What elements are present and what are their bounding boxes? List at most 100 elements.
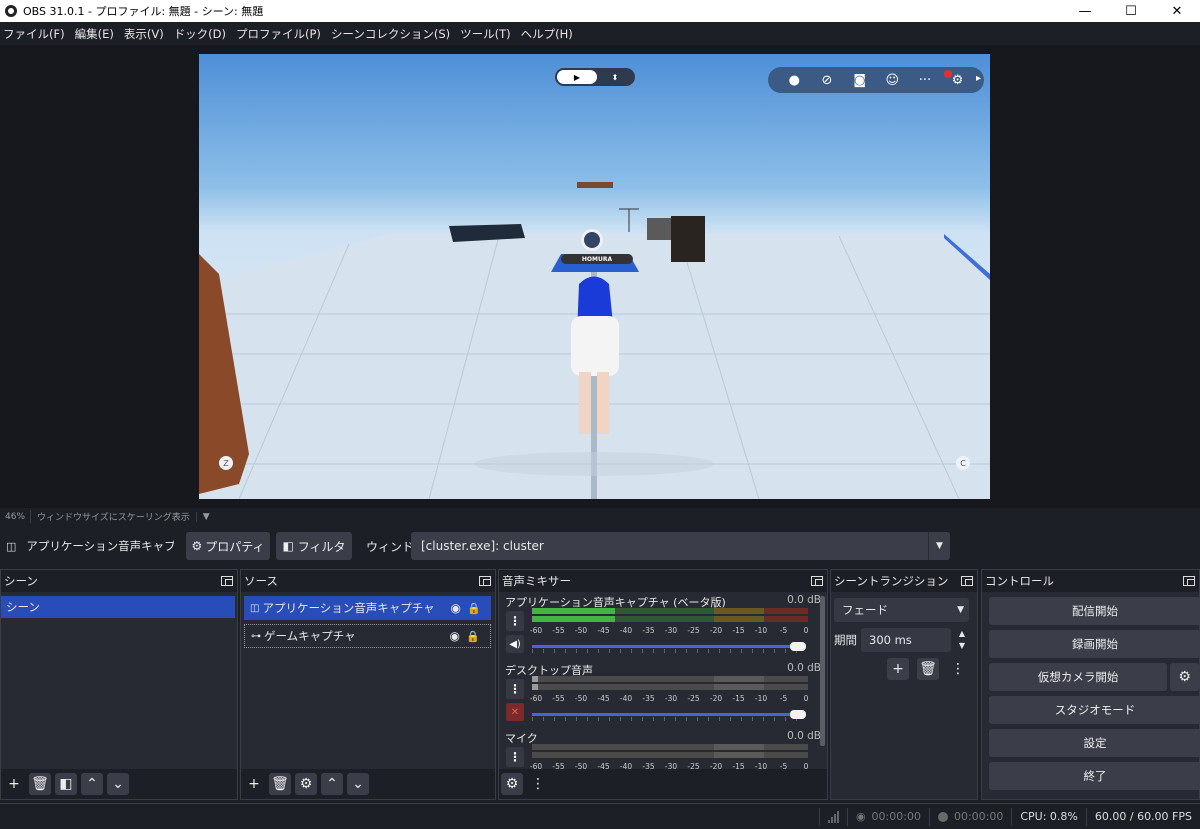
zoom-level: 46% — [5, 511, 26, 522]
scaling-dropdown-icon[interactable]: ▼ — [195, 511, 216, 522]
volume-slider[interactable] — [532, 642, 808, 653]
window-title: OBS 31.0.1 - プロファイル: 無題 - シーン: 無題 — [23, 5, 264, 18]
emote-icon[interactable]: ☺ — [883, 73, 901, 88]
meter-tick-label: 0 — [803, 626, 809, 635]
undock-icon[interactable] — [221, 576, 233, 586]
game-capture-preview[interactable]: ▶ ⬍ ● ⊘ ◙ ☺ ··· ⚙ ▸ HOMURA Z C — [199, 54, 990, 499]
remove-source-button[interactable]: 🗑 — [269, 773, 291, 795]
channel-menu-button[interactable]: ⋮ — [506, 611, 524, 631]
filter-icon: ◧ — [282, 539, 294, 553]
volume-meter — [532, 608, 808, 624]
virtual-camera-settings-icon[interactable]: ⚙ — [1170, 663, 1199, 691]
undock-icon[interactable] — [811, 576, 823, 586]
duration-label: 期間 — [834, 633, 857, 647]
move-source-up-button[interactable]: ⌃ — [321, 773, 343, 795]
duration-input[interactable]: 300 ms ▲ ▼ — [861, 628, 965, 652]
scene-filters-button[interactable]: ◧ — [55, 773, 77, 795]
expand-arrow-icon[interactable]: ▸ — [976, 73, 981, 84]
studio-mode-button[interactable]: スタジオモード — [989, 696, 1200, 724]
chat-icon[interactable]: ● — [785, 73, 803, 88]
add-source-button[interactable]: + — [243, 773, 265, 795]
camera-mode-icon[interactable]: ⬍ — [597, 70, 633, 84]
undock-icon[interactable] — [479, 576, 491, 586]
source-item[interactable]: ⊶ ゲームキャプチャ ◉ 🔒 — [244, 624, 491, 648]
remove-scene-button[interactable]: 🗑 — [29, 773, 51, 795]
menu-bar: ファイル(F) 編集(E) 表示(V) ドック(D) プロファイル(P) シーン… — [0, 22, 1200, 45]
menu-scene-collection[interactable]: シーンコレクション(S) — [328, 26, 454, 42]
start-streaming-button[interactable]: 配信開始 — [989, 597, 1200, 625]
move-scene-down-button[interactable]: ⌄ — [107, 773, 129, 795]
undock-icon[interactable] — [961, 576, 973, 586]
add-scene-button[interactable]: + — [3, 773, 25, 795]
filters-button[interactable]: ◧ フィルタ — [276, 532, 352, 560]
source-toolbar: ◫ アプリケーション音声キャプチャ (ベータ版) ⚙ プロパティ ◧ フィルタ … — [0, 529, 1200, 563]
transition-menu-button[interactable]: ⋮ — [947, 658, 969, 680]
menu-edit[interactable]: 編集(E) — [72, 26, 118, 42]
volume-meter — [532, 676, 808, 692]
move-source-down-button[interactable]: ⌄ — [347, 773, 369, 795]
mixer-scrollbar[interactable] — [820, 596, 825, 746]
menu-file[interactable]: ファイル(F) — [0, 26, 69, 42]
menu-docks[interactable]: ドック(D) — [171, 26, 230, 42]
volume-slider[interactable] — [532, 710, 808, 721]
video-mode-icon[interactable]: ▶ — [557, 70, 597, 84]
properties-label: プロパティ — [205, 539, 265, 554]
menu-help[interactable]: ヘルプ(H) — [518, 26, 577, 42]
exit-button[interactable]: 終了 — [989, 762, 1200, 790]
scaling-mode[interactable]: ウィンドウサイズにスケーリング表示 — [30, 510, 190, 523]
settings-button[interactable]: 設定 — [989, 729, 1200, 757]
lock-icon[interactable]: 🔒 — [467, 602, 481, 615]
start-virtual-camera-button[interactable]: 仮想カメラ開始 — [989, 663, 1168, 691]
maximize-button[interactable]: ☐ — [1108, 0, 1154, 22]
mixer-menu-button[interactable]: ⋮ — [527, 773, 549, 795]
menu-tools[interactable]: ツール(T) — [457, 26, 515, 42]
chevron-down-icon[interactable]: ▼ — [957, 605, 964, 615]
more-icon[interactable]: ··· — [916, 73, 934, 88]
properties-button[interactable]: ⚙ プロパティ — [186, 532, 270, 560]
advanced-audio-settings-button[interactable]: ⚙ — [501, 773, 523, 795]
add-transition-button[interactable]: + — [887, 658, 909, 680]
selected-source-name: アプリケーション音声キャプチャ (ベータ版) — [26, 539, 175, 553]
virtual-cam-row: 仮想カメラ開始 ⚙ — [982, 658, 1199, 691]
minimize-button[interactable]: — — [1062, 0, 1108, 22]
volume-slider-handle[interactable] — [790, 642, 806, 651]
source-item[interactable]: ◫ アプリケーション音声キャプチャ (ベータ版) ◉ 🔒 — [244, 596, 491, 620]
mixer-dock-footer: ⚙ ⋮ — [499, 769, 827, 799]
visibility-eye-icon[interactable]: ◉ — [451, 601, 461, 615]
close-button[interactable]: ✕ — [1154, 0, 1200, 22]
transition-select[interactable]: フェード ▼ — [834, 598, 969, 622]
volume-slider-handle[interactable] — [790, 710, 806, 719]
view-mode-toggle[interactable]: ▶ ⬍ — [555, 68, 635, 86]
speaker-icon[interactable]: ◀) — [506, 635, 524, 653]
controls-dock: コントロール 配信開始 録画開始 仮想カメラ開始 ⚙ スタジオモード 設定 終了 — [981, 569, 1200, 800]
title-bar: OBS 31.0.1 - プロファイル: 無題 - シーン: 無題 — ☐ ✕ — [0, 0, 1200, 22]
meter-tick-label: -30 — [664, 694, 678, 703]
preview-area[interactable]: ▶ ⬍ ● ⊘ ◙ ☺ ··· ⚙ ▸ HOMURA Z C — [0, 45, 1200, 508]
visibility-eye-icon[interactable]: ◉ — [450, 629, 460, 643]
mic-off-icon[interactable]: ⊘ — [818, 73, 836, 88]
channel-menu-button[interactable]: ⋮ — [506, 679, 524, 699]
start-recording-button[interactable]: 録画開始 — [989, 630, 1200, 658]
game-toolbar: ● ⊘ ◙ ☺ ··· ⚙ ▸ — [768, 67, 984, 93]
camera-icon[interactable]: ◙ — [851, 73, 869, 88]
remove-transition-button[interactable]: 🗑 — [917, 658, 939, 680]
source-properties-button[interactable]: ⚙ — [295, 773, 317, 795]
source-label: ゲームキャプチャ — [264, 629, 356, 643]
undock-icon[interactable] — [1183, 576, 1195, 586]
transitions-dock-title: シーントランジション — [834, 574, 949, 588]
scenes-dock-footer: + 🗑 ◧ ⌃ ⌄ — [1, 769, 237, 799]
lock-icon[interactable]: 🔒 — [466, 630, 480, 643]
channel-menu-button[interactable]: ⋮ — [506, 747, 524, 767]
scene-item[interactable]: シーン — [1, 596, 235, 618]
chevron-down-icon[interactable]: ▼ — [928, 532, 950, 560]
gamepad-icon: ⊶ — [251, 630, 261, 642]
menu-view[interactable]: 表示(V) — [121, 26, 168, 42]
channel-header: アプリケーション音声キャプチャ (ベータ版) 0.0 dB — [505, 594, 821, 609]
move-scene-up-button[interactable]: ⌃ — [81, 773, 103, 795]
speaker-muted-icon[interactable]: ✕ — [506, 703, 524, 721]
duration-spinner[interactable]: ▲ ▼ — [955, 628, 969, 652]
signal-bars-icon — [827, 810, 839, 823]
meter-tick-label: -55 — [552, 626, 565, 635]
menu-profile[interactable]: プロファイル(P) — [233, 26, 325, 42]
window-select[interactable]: [cluster.exe]: cluster ▼ — [411, 532, 950, 560]
